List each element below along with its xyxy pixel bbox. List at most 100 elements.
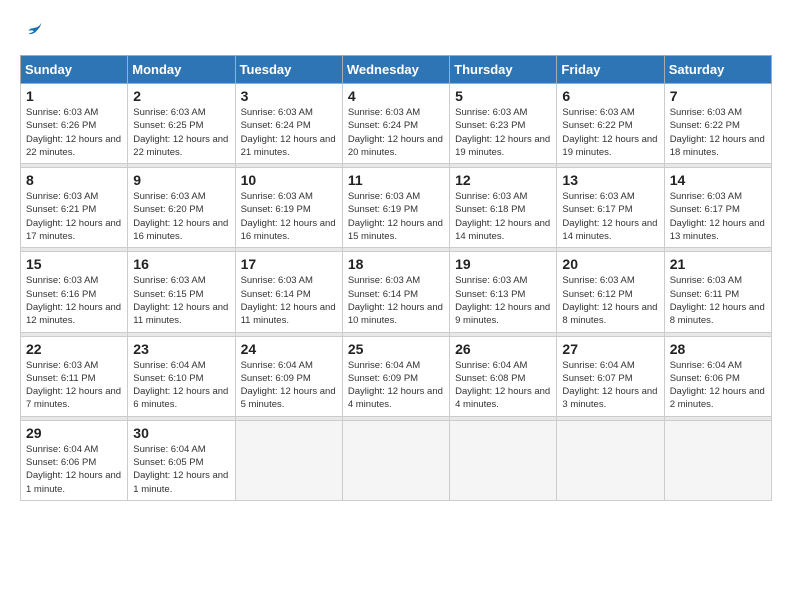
calendar-day-cell: 29 Sunrise: 6:04 AMSunset: 6:06 PMDayligh… [21,420,128,500]
calendar-day-cell: 8 Sunrise: 6:03 AMSunset: 6:21 PMDaylight… [21,168,128,248]
calendar-day-cell: 15Sunrise: 6:03 AMSunset: 6:16 PMDayligh… [21,252,128,332]
day-info: Sunrise: 6:03 AMSunset: 6:24 PMDaylight:… [348,106,444,159]
day-number: 22 [26,341,122,357]
calendar-header-row: SundayMondayTuesdayWednesdayThursdayFrid… [21,56,772,84]
day-number: 3 [241,88,337,104]
day-info: Sunrise: 6:03 AMSunset: 6:26 PMDaylight:… [26,106,122,159]
day-info: Sunrise: 6:03 AMSunset: 6:12 PMDaylight:… [562,274,658,327]
calendar-week-row: 22 Sunrise: 6:03 AMSunset: 6:11 PMDayligh… [21,336,772,416]
calendar-table: SundayMondayTuesdayWednesdayThursdayFrid… [20,55,772,501]
day-number: 18 [348,256,444,272]
day-number: 12 [455,172,551,188]
day-info: Sunrise: 6:03 AMSunset: 6:20 PMDaylight:… [133,190,229,243]
calendar-day-cell: 1 Sunrise: 6:03 AMSunset: 6:26 PMDaylight… [21,84,128,164]
calendar-day-cell [450,420,557,500]
calendar-day-cell: 11 Sunrise: 6:03 AMSunset: 6:19 PMDayligh… [342,168,449,248]
day-info: Sunrise: 6:03 AMSunset: 6:15 PMDaylight:… [133,274,229,327]
logo-container [20,20,44,47]
day-number: 26 [455,341,551,357]
day-number: 16 [133,256,229,272]
day-number: 27 [562,341,658,357]
day-number: 29 [26,425,122,441]
calendar-day-cell: 20 Sunrise: 6:03 AMSunset: 6:12 PMDayligh… [557,252,664,332]
day-info: Sunrise: 6:04 AMSunset: 6:10 PMDaylight:… [133,359,229,412]
day-info: Sunrise: 6:03 AMSunset: 6:25 PMDaylight:… [133,106,229,159]
logo [20,20,44,47]
calendar-day-cell: 18 Sunrise: 6:03 AMSunset: 6:14 PMDayligh… [342,252,449,332]
calendar-day-cell: 9 Sunrise: 6:03 AMSunset: 6:20 PMDaylight… [128,168,235,248]
day-number: 7 [670,88,766,104]
weekday-header: Sunday [21,56,128,84]
day-number: 9 [133,172,229,188]
day-info: Sunrise: 6:03 AMSunset: 6:14 PMDaylight:… [348,274,444,327]
day-info: Sunrise: 6:03 AMSunset: 6:17 PMDaylight:… [562,190,658,243]
weekday-header: Friday [557,56,664,84]
calendar-day-cell [342,420,449,500]
logo-bird-icon [22,20,44,42]
day-number: 13 [562,172,658,188]
day-number: 23 [133,341,229,357]
day-number: 28 [670,341,766,357]
calendar-day-cell: 13 Sunrise: 6:03 AMSunset: 6:17 PMDayligh… [557,168,664,248]
calendar-week-row: 1 Sunrise: 6:03 AMSunset: 6:26 PMDaylight… [21,84,772,164]
day-info: Sunrise: 6:04 AMSunset: 6:05 PMDaylight:… [133,443,229,496]
day-info: Sunrise: 6:03 AMSunset: 6:21 PMDaylight:… [26,190,122,243]
day-info: Sunrise: 6:03 AMSunset: 6:11 PMDaylight:… [26,359,122,412]
day-info: Sunrise: 6:03 AMSunset: 6:22 PMDaylight:… [562,106,658,159]
day-number: 11 [348,172,444,188]
calendar-day-cell: 26 Sunrise: 6:04 AMSunset: 6:08 PMDayligh… [450,336,557,416]
day-info: Sunrise: 6:03 AMSunset: 6:22 PMDaylight:… [670,106,766,159]
day-info: Sunrise: 6:03 AMSunset: 6:19 PMDaylight:… [348,190,444,243]
calendar-day-cell: 14Sunrise: 6:03 AMSunset: 6:17 PMDayligh… [664,168,771,248]
day-info: Sunrise: 6:03 AMSunset: 6:18 PMDaylight:… [455,190,551,243]
calendar-day-cell: 6 Sunrise: 6:03 AMSunset: 6:22 PMDaylight… [557,84,664,164]
calendar-day-cell: 10 Sunrise: 6:03 AMSunset: 6:19 PMDayligh… [235,168,342,248]
day-info: Sunrise: 6:04 AMSunset: 6:09 PMDaylight:… [348,359,444,412]
weekday-header: Wednesday [342,56,449,84]
day-number: 20 [562,256,658,272]
day-info: Sunrise: 6:04 AMSunset: 6:06 PMDaylight:… [26,443,122,496]
calendar-day-cell: 21 Sunrise: 6:03 AMSunset: 6:11 PMDayligh… [664,252,771,332]
calendar-day-cell: 24 Sunrise: 6:04 AMSunset: 6:09 PMDayligh… [235,336,342,416]
day-info: Sunrise: 6:03 AMSunset: 6:11 PMDaylight:… [670,274,766,327]
calendar-day-cell: 23 Sunrise: 6:04 AMSunset: 6:10 PMDayligh… [128,336,235,416]
calendar-day-cell [235,420,342,500]
day-number: 8 [26,172,122,188]
day-info: Sunrise: 6:03 AMSunset: 6:17 PMDaylight:… [670,190,766,243]
day-info: Sunrise: 6:03 AMSunset: 6:14 PMDaylight:… [241,274,337,327]
weekday-header: Thursday [450,56,557,84]
calendar-day-cell: 27 Sunrise: 6:04 AMSunset: 6:07 PMDayligh… [557,336,664,416]
calendar-day-cell: 22 Sunrise: 6:03 AMSunset: 6:11 PMDayligh… [21,336,128,416]
weekday-header: Saturday [664,56,771,84]
calendar-day-cell: 17Sunrise: 6:03 AMSunset: 6:14 PMDayligh… [235,252,342,332]
day-number: 10 [241,172,337,188]
calendar-week-row: 29 Sunrise: 6:04 AMSunset: 6:06 PMDayligh… [21,420,772,500]
calendar-day-cell [664,420,771,500]
calendar-day-cell: 4 Sunrise: 6:03 AMSunset: 6:24 PMDaylight… [342,84,449,164]
day-number: 25 [348,341,444,357]
calendar-day-cell: 3Sunrise: 6:03 AMSunset: 6:24 PMDaylight… [235,84,342,164]
calendar-day-cell: 25 Sunrise: 6:04 AMSunset: 6:09 PMDayligh… [342,336,449,416]
calendar-day-cell: 12 Sunrise: 6:03 AMSunset: 6:18 PMDayligh… [450,168,557,248]
weekday-header: Tuesday [235,56,342,84]
calendar-day-cell: 16 Sunrise: 6:03 AMSunset: 6:15 PMDayligh… [128,252,235,332]
calendar-day-cell: 19 Sunrise: 6:03 AMSunset: 6:13 PMDayligh… [450,252,557,332]
calendar-day-cell: 5Sunrise: 6:03 AMSunset: 6:23 PMDaylight… [450,84,557,164]
day-number: 21 [670,256,766,272]
day-number: 1 [26,88,122,104]
day-info: Sunrise: 6:03 AMSunset: 6:19 PMDaylight:… [241,190,337,243]
day-info: Sunrise: 6:04 AMSunset: 6:08 PMDaylight:… [455,359,551,412]
calendar-day-cell [557,420,664,500]
day-number: 24 [241,341,337,357]
day-number: 4 [348,88,444,104]
calendar-day-cell: 2 Sunrise: 6:03 AMSunset: 6:25 PMDaylight… [128,84,235,164]
day-info: Sunrise: 6:04 AMSunset: 6:06 PMDaylight:… [670,359,766,412]
day-info: Sunrise: 6:03 AMSunset: 6:13 PMDaylight:… [455,274,551,327]
day-number: 2 [133,88,229,104]
day-number: 19 [455,256,551,272]
day-info: Sunrise: 6:03 AMSunset: 6:16 PMDaylight:… [26,274,122,327]
day-number: 5 [455,88,551,104]
day-number: 6 [562,88,658,104]
day-info: Sunrise: 6:04 AMSunset: 6:07 PMDaylight:… [562,359,658,412]
day-info: Sunrise: 6:04 AMSunset: 6:09 PMDaylight:… [241,359,337,412]
